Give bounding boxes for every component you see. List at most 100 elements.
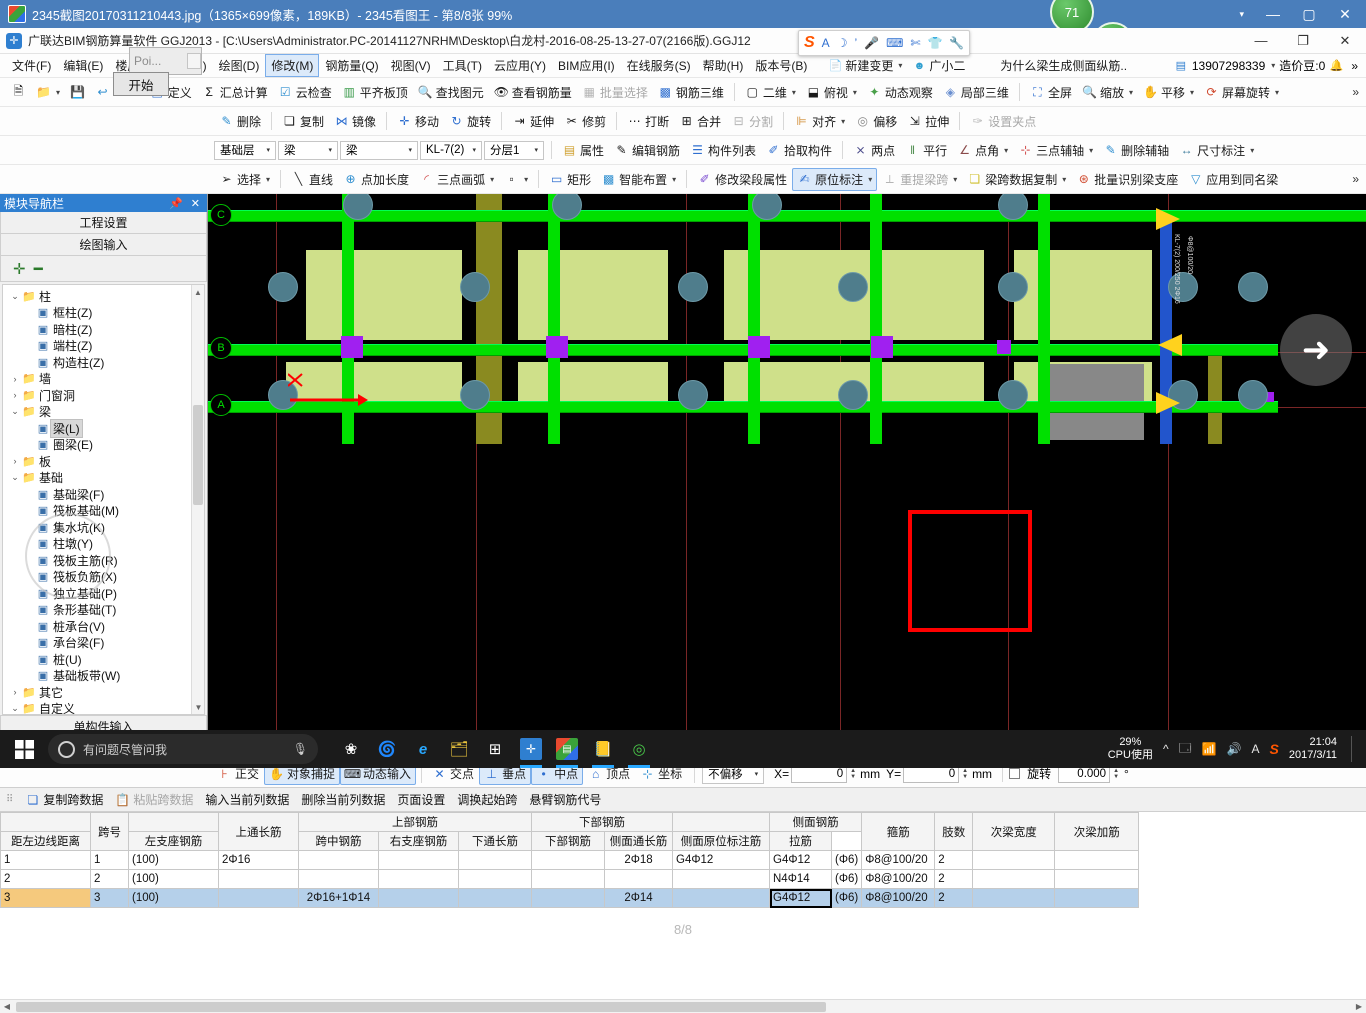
grid-sub-header-0[interactable]: 距左边线距离 <box>0 831 91 851</box>
remove-icon[interactable]: ━ <box>34 260 43 278</box>
cell-side_cont[interactable] <box>672 869 770 889</box>
tree-item-7[interactable]: ⌄ 📁 梁 <box>9 404 204 421</box>
menu-item-12[interactable]: 帮助(H) <box>697 54 750 77</box>
tree-item-15[interactable]: ▣ 柱墩(Y) <box>9 536 204 553</box>
notepad-taskbar-icon[interactable]: 📒 <box>592 738 614 768</box>
row-index[interactable]: 3 <box>0 888 91 908</box>
chevron-down-icon[interactable]: ▾ <box>792 88 796 97</box>
move-icon-button[interactable]: ✛ 移动 <box>392 110 444 133</box>
delete-icon-button[interactable]: ✎ 删除 <box>214 110 266 133</box>
type-select[interactable]: 梁 ▾ <box>340 140 418 160</box>
member-list-icon-button[interactable]: ☰ 构件列表 <box>685 139 761 162</box>
assistant-button[interactable]: ☻ 广小二 <box>907 54 970 77</box>
member-select[interactable]: KL-7(2) ▾ <box>420 140 482 160</box>
chevron-down-icon[interactable]: ▾ <box>263 146 273 154</box>
rotate-spinner[interactable]: ▲ ▼ <box>1113 768 1119 780</box>
smart-layout-icon-button[interactable]: ▩ 智能布置 ▾ <box>596 168 681 191</box>
chevron-down-icon[interactable]: ▾ <box>841 117 845 126</box>
toolbar1-overflow[interactable]: » <box>1345 85 1366 99</box>
chevron-down-icon[interactable]: ▾ <box>490 175 494 184</box>
chevron-right-icon[interactable]: › <box>9 390 21 400</box>
cell-bottom[interactable]: 2Φ18 <box>604 850 673 870</box>
tray-sogou-icon[interactable]: S <box>1270 741 1279 757</box>
chevron-down-icon[interactable]: ▾ <box>1089 146 1093 155</box>
chevron-down-icon[interactable]: ▾ <box>405 146 415 154</box>
property-icon-button[interactable]: ▤ 属性 <box>557 139 609 162</box>
grid-group-header-8[interactable]: 箍筋 <box>861 812 936 851</box>
open-folder-icon-button[interactable]: 📁 ▾ <box>31 82 65 103</box>
chevron-down-icon[interactable]: ⌄ <box>9 406 21 417</box>
tree-item-9[interactable]: ▣ 圈梁(E) <box>9 437 204 454</box>
menu-item-9[interactable]: 云应用(Y) <box>488 54 552 77</box>
cell-mid[interactable] <box>378 850 459 870</box>
chevron-down-icon[interactable]: ▾ <box>953 175 957 184</box>
menu-item-13[interactable]: 版本号(B) <box>749 54 813 77</box>
cell-right_sup[interactable] <box>458 850 532 870</box>
x-spinner[interactable]: ▲ ▼ <box>850 768 856 780</box>
ime-settings-icon[interactable]: 🔧 <box>949 36 964 50</box>
chevron-right-icon[interactable]: › <box>9 456 21 466</box>
cell-side_inplace[interactable]: G4Φ12 <box>769 850 832 870</box>
cell-mid[interactable] <box>378 869 459 889</box>
menubar-overflow[interactable]: » <box>1347 59 1362 73</box>
grid-sub-header-5[interactable]: 下部钢筋 <box>531 831 605 851</box>
floor-select[interactable]: 基础层 ▾ <box>214 140 276 160</box>
scroll-up-arrow[interactable]: ▲ <box>192 285 204 299</box>
app-minimize-button[interactable]: — <box>1240 28 1282 54</box>
table-tool-4[interactable]: 页面设置 <box>391 789 451 810</box>
cell-legs[interactable]: 2 <box>934 888 974 908</box>
chevron-down-icon[interactable]: ▾ <box>1129 88 1133 97</box>
microphone-icon[interactable]: 🎙 <box>293 742 308 756</box>
table-tool-5[interactable]: 调换起始跨 <box>451 789 523 810</box>
line-icon-button[interactable]: ╲ 直线 <box>286 168 338 191</box>
cell-mid[interactable] <box>378 888 459 908</box>
close-icon[interactable]: ✕ <box>191 197 200 210</box>
chevron-down-icon[interactable]: ▾ <box>266 175 270 184</box>
break-icon-button[interactable]: ⋯ 打断 <box>622 110 674 133</box>
ime-voice-icon[interactable]: 🎤 <box>864 36 879 50</box>
grid-sub-header-1[interactable]: 左支座钢筋 <box>128 831 219 851</box>
viewer-minimize-button[interactable]: — <box>1256 1 1290 27</box>
cell-span_no[interactable]: 3 <box>90 888 129 908</box>
cell-sec_extra[interactable] <box>1054 850 1140 870</box>
edge-icon[interactable]: e <box>412 738 434 760</box>
cell-sec_width[interactable] <box>972 869 1056 889</box>
cell-span_no[interactable]: 2 <box>90 869 129 889</box>
tree-item-2[interactable]: ▣ 暗柱(Z) <box>9 321 204 338</box>
store-icon[interactable]: ⊞ <box>484 738 506 760</box>
grid-sub-header-7[interactable]: 侧面原位标注筋 <box>672 831 770 851</box>
cell-dist[interactable]: (100) <box>128 850 219 870</box>
tree-item-23[interactable]: ▣ 基础板带(W) <box>9 668 204 685</box>
delete-axis-icon-button[interactable]: ✎ 删除辅轴 <box>1098 139 1174 162</box>
pin-icon[interactable]: 📌 <box>169 197 183 210</box>
align-icon-button[interactable]: ⊫ 对齐 ▾ <box>789 110 850 133</box>
cloud-check-icon-button[interactable]: ☑ 云检查 <box>273 81 337 104</box>
drawing-canvas[interactable]: C B A KL-7(2) 200/250 2Φ16 Φ8@100/20 ➜ <box>208 194 1366 759</box>
axis-bubble-c[interactable]: C <box>210 204 232 226</box>
tree-item-4[interactable]: ▣ 构造柱(Z) <box>9 354 204 371</box>
search-input[interactable]: 有问题尽管问我 🎙 <box>48 734 318 764</box>
ime-moon-icon[interactable]: ☽ <box>837 36 848 50</box>
cell-right_sup[interactable] <box>458 888 532 908</box>
tree-item-13[interactable]: ▣ 筏板基础(M) <box>9 503 204 520</box>
sogou-ime-toolbar[interactable]: S A ☽ ’ 🎤 ⌨ ✄ 👕 🔧 <box>798 30 971 56</box>
table-tool-0[interactable]: ❏ 复制跨数据 <box>19 789 109 810</box>
menu-item-0[interactable]: 文件(F) <box>6 54 57 77</box>
table-tool-6[interactable]: 悬臂钢筋代号 <box>523 789 607 810</box>
chevron-down-icon[interactable]: ▾ <box>1250 146 1254 155</box>
pick-member-icon-button[interactable]: ✐ 拾取构件 <box>761 139 837 162</box>
local-3d-icon-button[interactable]: ◈ 局部三维 <box>938 81 1014 104</box>
cell-sec_extra[interactable] <box>1054 869 1140 889</box>
two-point-icon-button[interactable]: ⨯ 两点 <box>848 139 900 162</box>
cell-sec_width[interactable] <box>972 850 1056 870</box>
start-popup-button[interactable]: 开始 <box>113 72 169 96</box>
cursor-icon-button[interactable]: ➢ 选择 ▾ <box>214 168 275 191</box>
stretch-icon-button[interactable]: ⇲ 拉伸 <box>902 110 954 133</box>
tree-item-14[interactable]: ▣ 集水坑(K) <box>9 519 204 536</box>
cell-left_sup[interactable]: 2Φ16+1Φ14 <box>298 888 379 908</box>
rebar-3d-icon-button[interactable]: ▩ 钢筋三维 <box>653 81 729 104</box>
tray-volume-icon[interactable]: 🔊 <box>1227 742 1242 756</box>
tree-item-22[interactable]: ▣ 桩(U) <box>9 651 204 668</box>
chevron-down-icon[interactable]: ▾ <box>1004 146 1008 155</box>
spiral-app-icon[interactable]: 🌀 <box>376 738 398 760</box>
